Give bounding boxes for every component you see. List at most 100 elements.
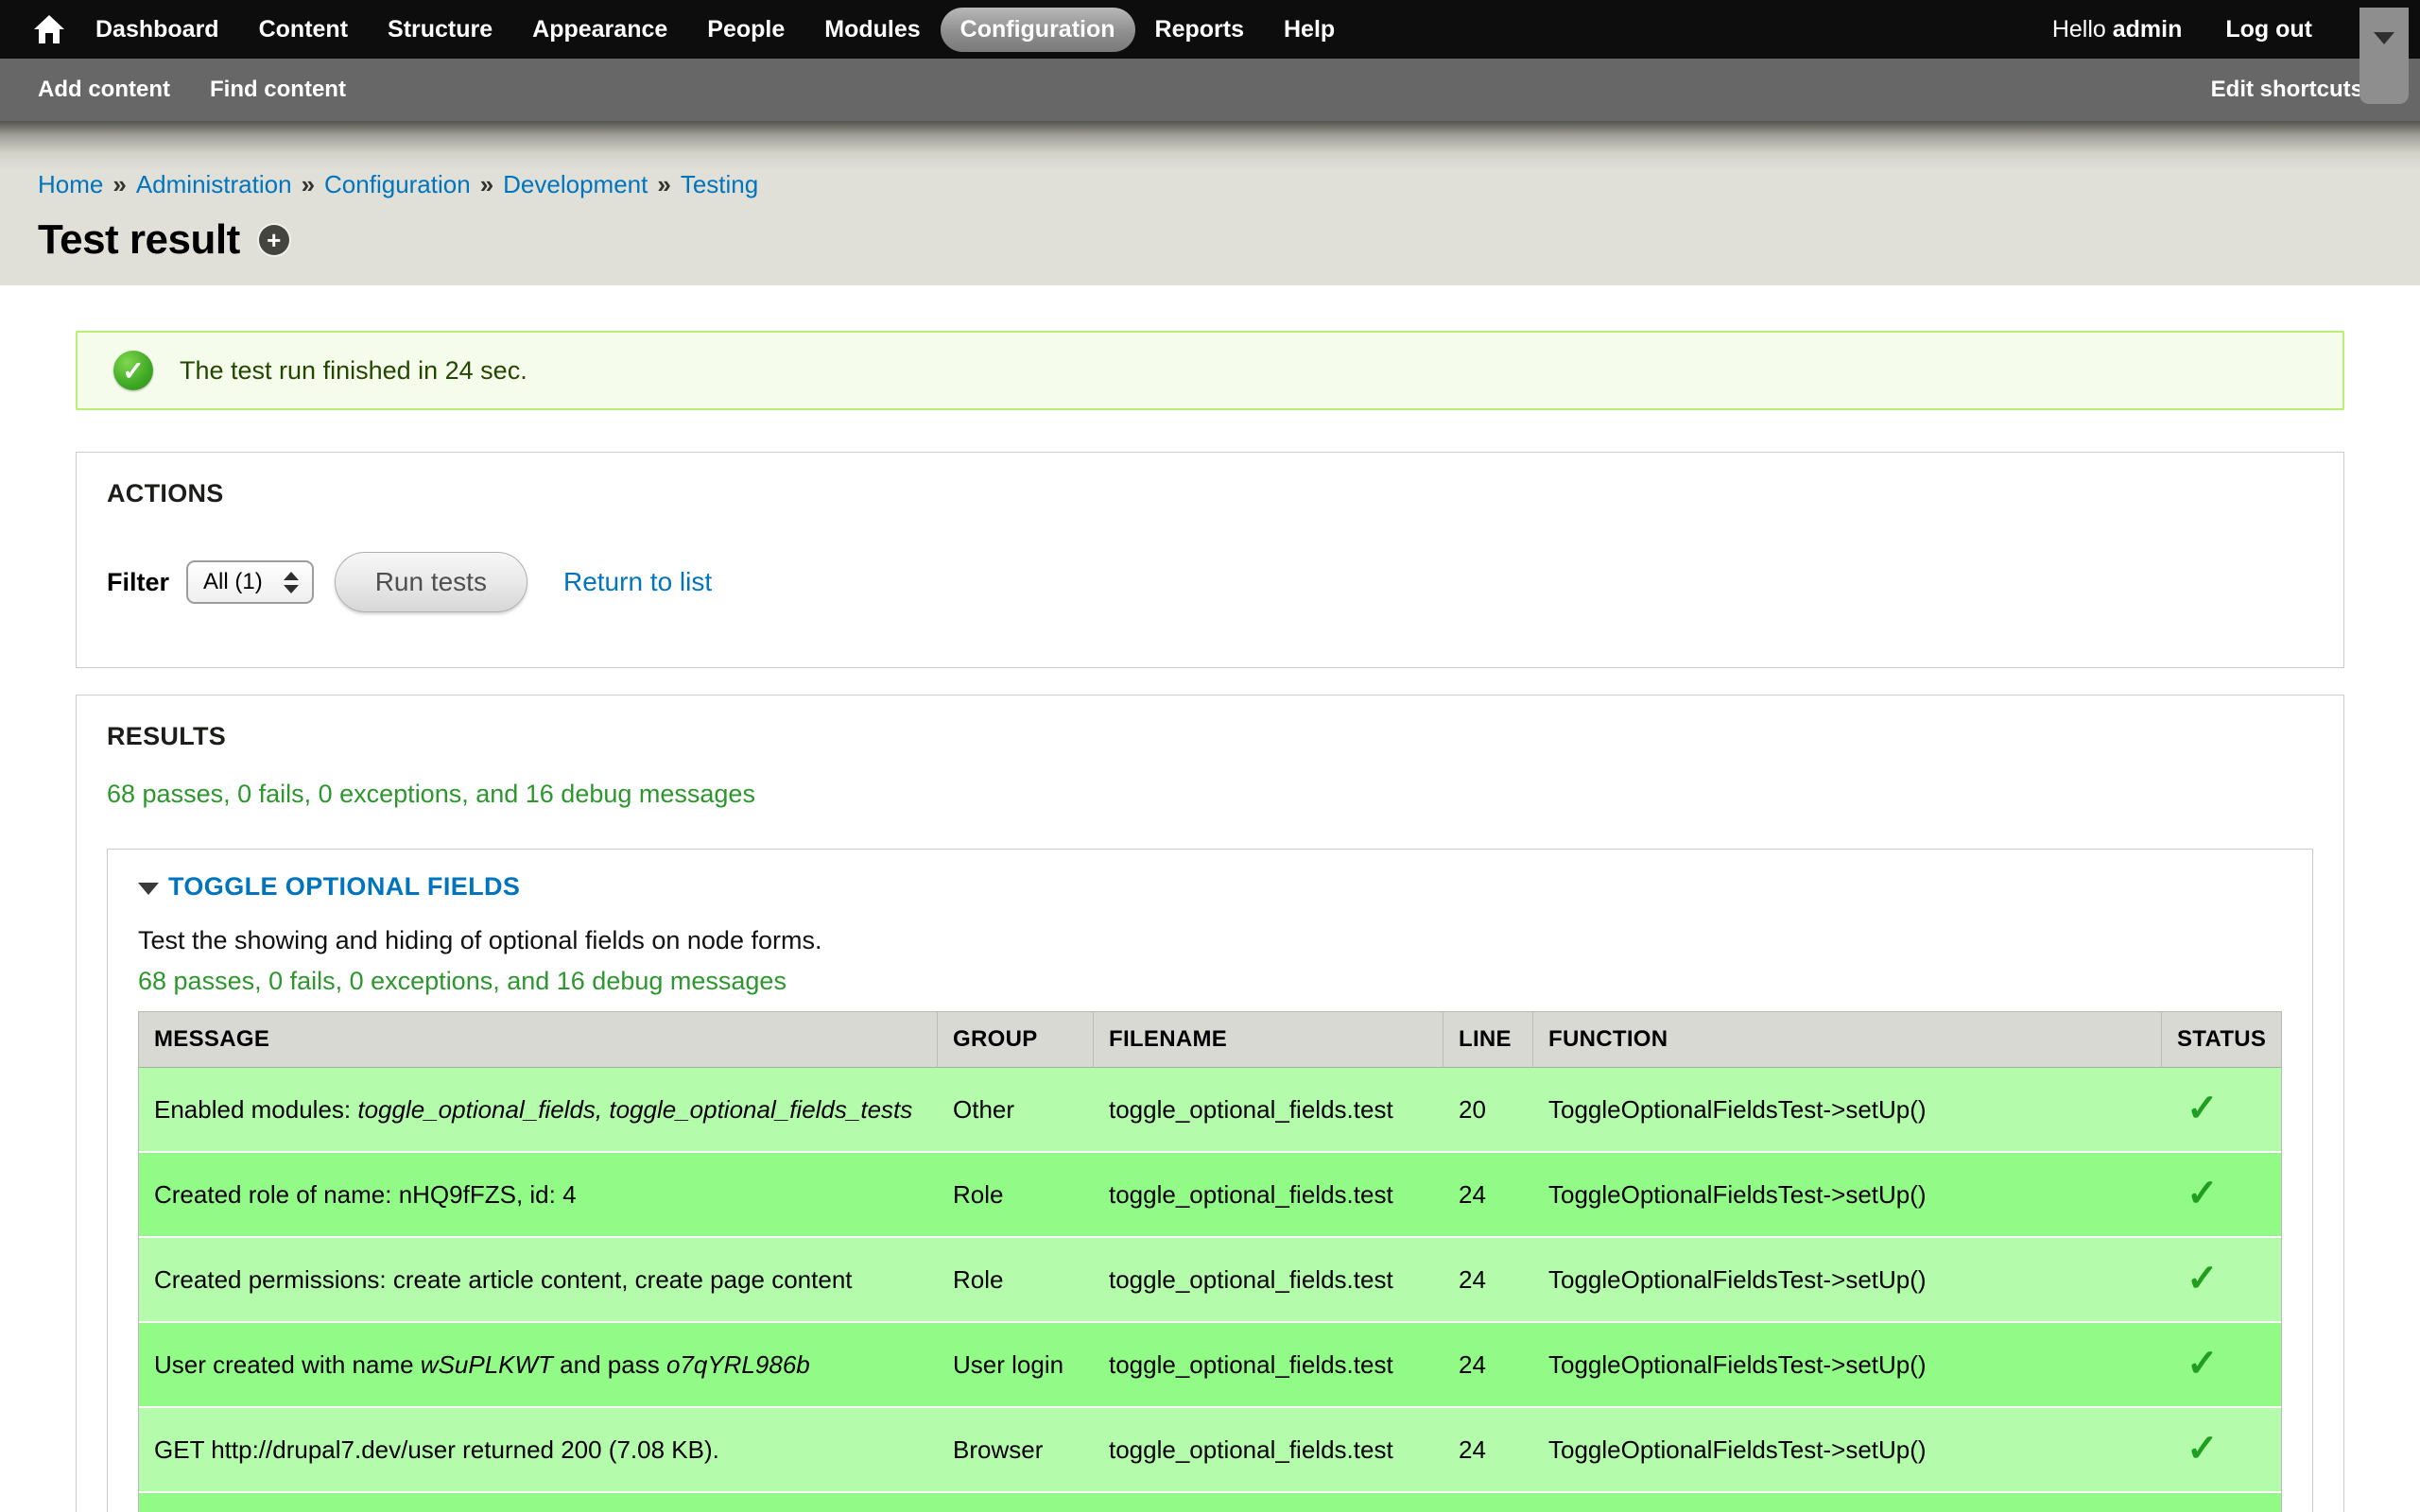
home-icon[interactable] [23,0,76,59]
cell-status: ✓ [2162,1493,2281,1512]
status-message: ✓ The test run finished in 24 sec. [76,331,2344,410]
table-row: Created role of name: nHQ9fFZS, id: 4Rol… [139,1153,2281,1238]
breadcrumb-link-home[interactable]: Home [38,170,103,198]
table-header-row: MESSAGE GROUP FILENAME LINE FUNCTION STA… [139,1012,2281,1068]
main-content: ✓ The test run finished in 24 sec. ACTIO… [0,285,2420,1512]
cell-message: Created permissions: create article cont… [139,1238,938,1323]
filter-select[interactable]: All (1) [186,560,314,604]
test-group-fieldset: TOGGLE OPTIONAL FIELDS Test the showing … [107,849,2313,1512]
pass-check-icon: ✓ [2187,1345,2219,1383]
cell-message: Valid HTML found on "http://drupal7.dev/… [139,1493,938,1512]
admin-toolbar: DashboardContentStructureAppearancePeopl… [0,0,2420,59]
results-table: MESSAGE GROUP FILENAME LINE FUNCTION STA… [138,1011,2282,1512]
actions-panel: ACTIONS Filter All (1) Run tests Return … [76,452,2344,668]
actions-legend: ACTIONS [107,479,2313,508]
toolbar-item-people[interactable]: People [687,8,804,52]
pass-check-icon: ✓ [2187,1090,2219,1127]
message-emphasis: toggle_optional_fields, toggle_optional_… [357,1095,912,1124]
message-emphasis: o7qYRL986b [666,1350,810,1379]
breadcrumb-separator: » [480,170,493,198]
breadcrumb-link-administration[interactable]: Administration [136,170,292,198]
select-arrows-icon [284,572,299,593]
cell-group: Role [938,1153,1094,1238]
column-header-message: MESSAGE [139,1012,938,1068]
results-legend: RESULTS [107,722,2313,751]
message-text: Created permissions: create article cont… [154,1265,853,1294]
cell-status: ✓ [2162,1408,2281,1493]
toolbar-toggle-button[interactable] [2360,8,2409,104]
cell-function: ToggleOptionalFieldsTest->setUp() [1533,1238,2162,1323]
results-summary: 68 passes, 0 fails, 0 exceptions, and 16… [107,780,2313,809]
cell-group: Browser [938,1408,1094,1493]
logout-link[interactable]: Log out [2225,16,2312,43]
table-row: User created with name wSuPLKWT and pass… [139,1323,2281,1408]
username-link[interactable]: admin [2113,16,2183,43]
cell-filename: toggle_optional_fields.test [1094,1238,1443,1323]
breadcrumb-link-development[interactable]: Development [503,170,648,198]
toolbar-item-appearance[interactable]: Appearance [512,8,687,52]
table-row: GET http://drupal7.dev/user returned 200… [139,1408,2281,1493]
test-group-summary: 68 passes, 0 fails, 0 exceptions, and 16… [138,967,2282,996]
toolbar-item-dashboard[interactable]: Dashboard [76,8,239,52]
page-title: Test result [38,216,240,264]
cell-message: Created role of name: nHQ9fFZS, id: 4 [139,1153,938,1238]
breadcrumb-separator: » [112,170,126,198]
cell-function: ToggleOptionalFieldsTest->setUp() [1533,1153,2162,1238]
filter-label: Filter [107,568,169,597]
edit-shortcuts-link[interactable]: Edit shortcuts [2211,77,2363,103]
cell-group: Role [938,1238,1094,1323]
cell-function: ToggleOptionalFieldsTest->setUp() [1533,1323,2162,1408]
breadcrumb-link-testing[interactable]: Testing [681,170,758,198]
results-panel: RESULTS 68 passes, 0 fails, 0 exceptions… [76,695,2344,1512]
cell-filename: toggle_optional_fields.test [1094,1068,1443,1153]
cell-filename: toggle_optional_fields.test [1094,1493,1443,1512]
message-text: and pass [553,1350,666,1379]
column-header-status: STATUS [2162,1012,2281,1068]
status-message-text: The test run finished in 24 sec. [180,356,527,386]
toolbar-item-help[interactable]: Help [1264,8,1355,52]
cell-message: Enabled modules: toggle_optional_fields,… [139,1068,938,1153]
toolbar-item-modules[interactable]: Modules [804,8,940,52]
cell-status: ✓ [2162,1153,2281,1238]
message-emphasis: wSuPLKWT [421,1350,553,1379]
message-text: User created with name [154,1350,421,1379]
toolbar-item-structure[interactable]: Structure [368,8,512,52]
toolbar-item-content[interactable]: Content [239,8,368,52]
test-group-description: Test the showing and hiding of optional … [138,926,2282,955]
return-to-list-link[interactable]: Return to list [563,567,712,597]
toolbar-menu: DashboardContentStructureAppearancePeopl… [76,8,1355,52]
pass-check-icon: ✓ [2187,1260,2219,1297]
toolbar-item-reports[interactable]: Reports [1135,8,1264,52]
chevron-down-icon [2374,32,2394,44]
test-group-toggle[interactable]: TOGGLE OPTIONAL FIELDS [138,872,2282,902]
cell-message: User created with name wSuPLKWT and pass… [139,1323,938,1408]
cell-message: GET http://drupal7.dev/user returned 200… [139,1408,938,1493]
breadcrumb: Home » Administration » Configuration » Develo… [38,170,2382,199]
cell-line: 24 [1443,1153,1533,1238]
filter-select-value: All (1) [203,569,263,595]
page-header: Home » Administration » Configuration » Develo… [0,121,2420,285]
breadcrumb-separator: » [302,170,315,198]
results-table-body: Enabled modules: toggle_optional_fields,… [139,1068,2281,1512]
collapse-arrow-icon [138,883,159,895]
add-shortcut-icon[interactable]: + [259,225,289,255]
cell-filename: toggle_optional_fields.test [1094,1408,1443,1493]
shortcut-item-find-content[interactable]: Find content [210,77,346,103]
toolbar-item-configuration[interactable]: Configuration [941,8,1135,52]
breadcrumb-link-configuration[interactable]: Configuration [324,170,471,198]
pass-check-icon: ✓ [2187,1430,2219,1468]
cell-line: 24 [1443,1408,1533,1493]
cell-group: Other [938,1068,1094,1153]
column-header-filename: FILENAME [1094,1012,1443,1068]
shortcut-items: Add content Find content [38,77,386,103]
run-tests-button[interactable]: Run tests [335,552,527,612]
cell-line: 24 [1443,1238,1533,1323]
shortcut-item-add-content[interactable]: Add content [38,77,170,103]
message-text: Enabled modules: [154,1095,357,1124]
cell-filename: toggle_optional_fields.test [1094,1153,1443,1238]
column-header-group: GROUP [938,1012,1094,1068]
test-group-title-link[interactable]: TOGGLE OPTIONAL FIELDS [168,872,520,902]
cell-status: ✓ [2162,1238,2281,1323]
cell-line: 20 [1443,1068,1533,1153]
status-ok-icon: ✓ [113,351,153,390]
